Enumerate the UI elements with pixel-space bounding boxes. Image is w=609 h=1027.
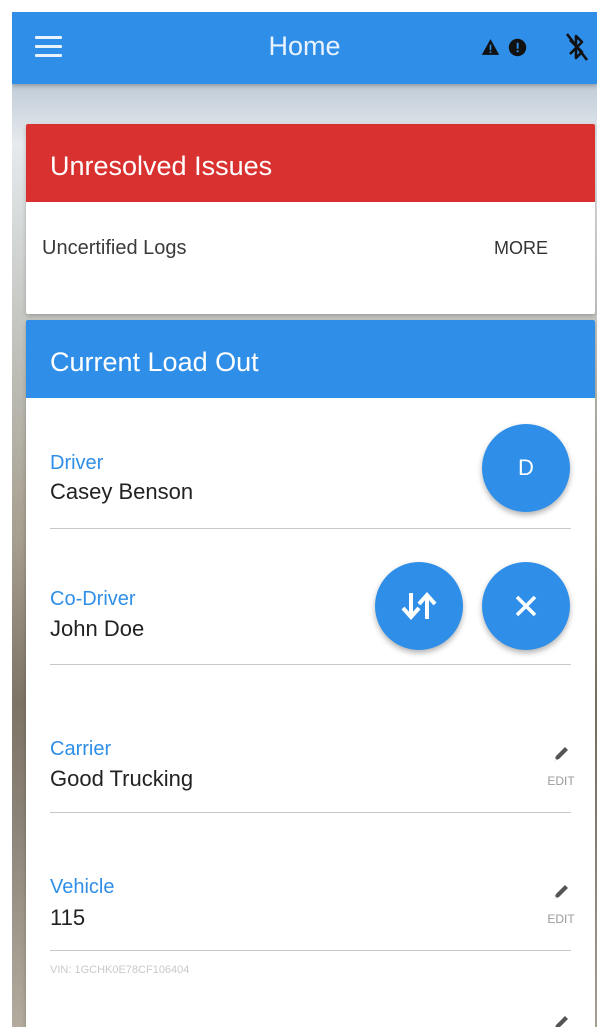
close-icon: [515, 595, 537, 617]
driver-label: Driver: [50, 452, 104, 474]
edit-vehicle-button[interactable]: EDIT: [537, 882, 585, 936]
edit-carrier-button[interactable]: EDIT: [537, 744, 585, 798]
carrier-value: Good Trucking: [50, 766, 194, 791]
driver-avatar-button[interactable]: D: [482, 424, 570, 512]
swap-drivers-button[interactable]: [375, 562, 463, 650]
app-screen: Home Unresolved Issues Uncertified Logs …: [12, 12, 597, 1027]
menu-icon[interactable]: [35, 36, 62, 58]
pencil-icon: [554, 747, 568, 761]
bluetooth-disabled-icon[interactable]: [566, 30, 588, 64]
driver-value: Casey Benson: [50, 479, 194, 504]
carrier-field: Carrier Good Trucking: [50, 706, 571, 813]
vehicle-field: Vehicle 115: [50, 846, 571, 951]
unresolved-issues-header: Unresolved Issues: [26, 124, 595, 202]
carrier-label: Carrier: [50, 738, 112, 760]
vin-text: VIN: 1GCHK0E78CF106404: [50, 964, 190, 976]
issue-text: Uncertified Logs: [42, 237, 187, 259]
current-load-out-header: Current Load Out: [26, 320, 595, 398]
info-icon[interactable]: [508, 38, 527, 57]
swap-vertical-icon: [401, 591, 437, 621]
warning-icon[interactable]: [481, 38, 500, 56]
app-bar: Home: [12, 12, 597, 84]
pencil-icon: [554, 885, 568, 899]
remove-co-driver-button[interactable]: [482, 562, 570, 650]
vehicle-label: Vehicle: [50, 876, 115, 898]
co-driver-value: John Doe: [50, 616, 145, 641]
pencil-icon: [555, 1016, 568, 1027]
list-item[interactable]: Uncertified Logs MORE: [26, 202, 595, 298]
edit-next-field-button[interactable]: [537, 1013, 585, 1027]
edit-label: EDIT: [547, 774, 575, 788]
current-load-out-card: Current Load Out Driver Casey Benson D C…: [26, 320, 595, 1027]
edit-label: EDIT: [547, 912, 575, 926]
vehicle-value: 115: [50, 905, 86, 930]
unresolved-issues-card: Unresolved Issues Uncertified Logs MORE: [26, 124, 595, 314]
more-button[interactable]: MORE: [494, 238, 548, 259]
co-driver-label: Co-Driver: [50, 588, 136, 610]
driver-avatar-letter: D: [518, 455, 534, 480]
